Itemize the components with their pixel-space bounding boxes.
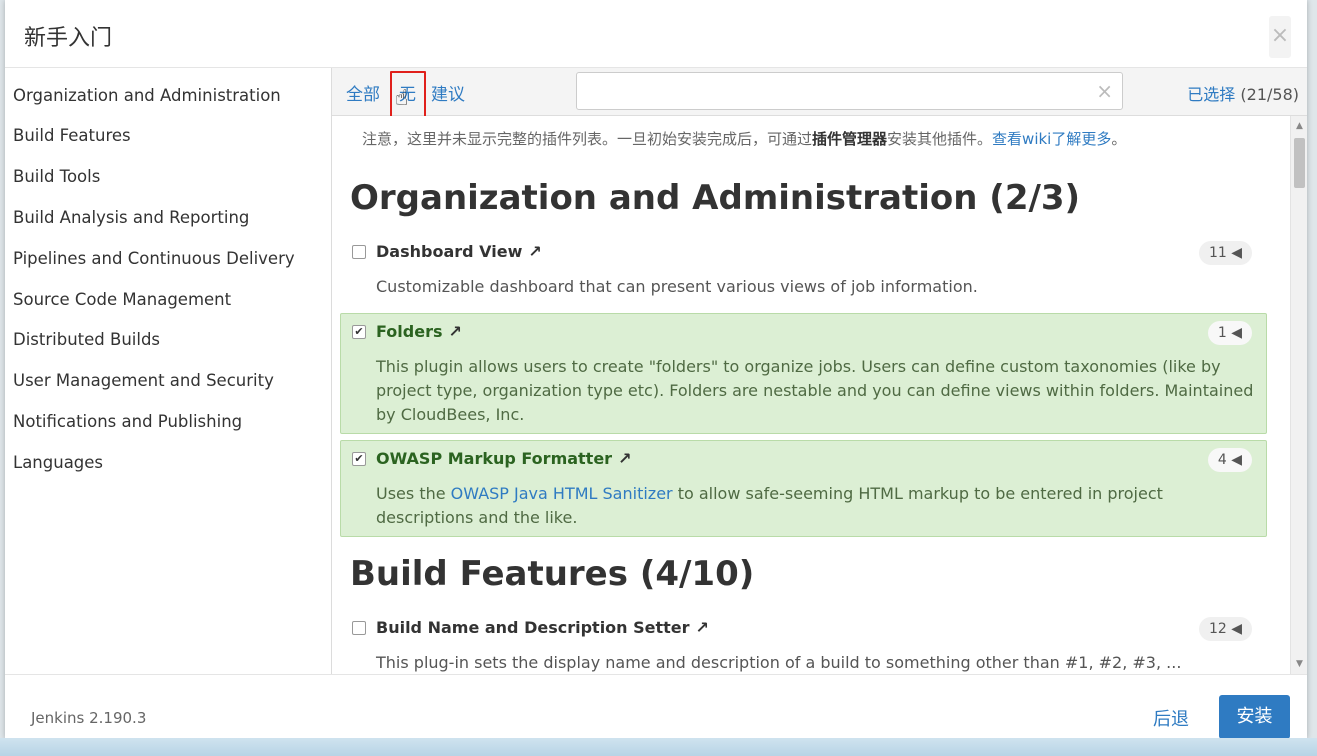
plugin-row-dashboard-view[interactable]: Dashboard View ↗ 11 ◀ Customizable dashbo… xyxy=(340,233,1267,299)
plugin-row-build-name-description-setter[interactable]: Build Name and Description Setter ↗ 12 ◀ … xyxy=(340,609,1267,674)
sidebar-item-distributed-builds[interactable]: Distributed Builds xyxy=(13,330,160,349)
wiki-link[interactable]: 查看wiki了解更多 xyxy=(992,130,1111,148)
close-icon[interactable]: × xyxy=(1269,16,1291,58)
plugin-description: Uses the OWASP Java HTML Sanitizer to al… xyxy=(376,484,1163,527)
plugin-description: Customizable dashboard that can present … xyxy=(376,277,978,296)
notice-end: 。 xyxy=(1111,130,1127,148)
external-link-icon[interactable]: ↗ xyxy=(448,322,461,341)
plugin-list: 注意，这里并未显示完整的插件列表。一旦初始安装完成后，可通过插件管理器安装其他插… xyxy=(332,116,1290,674)
sidebar-item-organization-administration[interactable]: Organization and Administration xyxy=(13,86,281,105)
scroll-up-icon[interactable]: ▲ xyxy=(1291,118,1308,134)
external-link-icon[interactable]: ↗ xyxy=(528,242,541,261)
external-link-icon[interactable]: ↗ xyxy=(618,449,631,468)
jenkins-version: Jenkins 2.190.3 xyxy=(31,709,147,727)
dependency-count-badge[interactable]: 1 ◀ xyxy=(1207,321,1252,345)
setup-wizard-dialog: 新手入门 × Organization and Administration B… xyxy=(5,0,1307,740)
plugin-search-input[interactable]: × xyxy=(576,72,1123,110)
plugin-checkbox[interactable] xyxy=(352,245,366,259)
plugin-list-scrollbar[interactable]: ▲ ▼ xyxy=(1290,116,1307,674)
dependency-count-badge[interactable]: 11 ◀ xyxy=(1198,241,1252,265)
external-link-icon[interactable]: ↗ xyxy=(696,618,709,637)
selected-label[interactable]: 已选择 xyxy=(1187,85,1235,104)
caret-left-icon: ◀ xyxy=(1231,621,1242,637)
back-button[interactable]: 后退 xyxy=(1153,705,1189,731)
sidebar-item-source-code-management[interactable]: Source Code Management xyxy=(13,290,231,309)
selected-count-value: (21/58) xyxy=(1240,85,1299,104)
notice-text: 注意，这里并未显示完整的插件列表。一旦初始安装完成后，可通过 xyxy=(362,130,813,148)
sidebar-item-pipelines-continuous-delivery[interactable]: Pipelines and Continuous Delivery xyxy=(13,249,295,268)
dependency-count-badge[interactable]: 4 ◀ xyxy=(1207,448,1252,472)
category-heading-organization: Organization and Administration (2/3) xyxy=(350,178,1081,218)
sidebar-item-languages[interactable]: Languages xyxy=(13,453,103,472)
category-heading-build-features: Build Features (4/10) xyxy=(350,554,755,594)
category-sidebar: Organization and Administration Build Fe… xyxy=(5,68,332,674)
caret-left-icon: ◀ xyxy=(1231,245,1242,261)
plugin-selection-panel: 全部 无 建议 ☝ × 已选择 (21/58) 注意，这里并未显示完整的插件列表… xyxy=(332,68,1307,674)
plugin-name[interactable]: Dashboard View ↗ xyxy=(376,242,542,261)
dialog-header: 新手入门 × xyxy=(5,0,1307,68)
select-all-link[interactable]: 全部 xyxy=(346,80,380,105)
background-wave xyxy=(0,738,1317,756)
plugin-name[interactable]: OWASP Markup Formatter ↗ xyxy=(376,449,631,468)
scrollbar-thumb[interactable] xyxy=(1294,138,1305,188)
select-suggested-link[interactable]: 建议 xyxy=(431,80,465,105)
hand-cursor-icon: ☝ xyxy=(395,86,409,111)
plugin-name[interactable]: Folders ↗ xyxy=(376,322,462,341)
scroll-down-icon[interactable]: ▼ xyxy=(1291,656,1308,672)
owasp-sanitizer-link[interactable]: OWASP Java HTML Sanitizer xyxy=(451,484,673,503)
caret-left-icon: ◀ xyxy=(1231,452,1242,468)
notice-text-2: 安装其他插件。 xyxy=(887,130,993,148)
dialog-footer: Jenkins 2.190.3 后退 安装 xyxy=(5,674,1307,740)
plugin-row-owasp-markup-formatter[interactable]: ✔ OWASP Markup Formatter ↗ 4 ◀ Uses the O… xyxy=(340,440,1267,537)
clear-search-icon[interactable]: × xyxy=(1096,79,1113,103)
sidebar-item-build-tools[interactable]: Build Tools xyxy=(13,167,100,186)
plugin-row-folders[interactable]: ✔ Folders ↗ 1 ◀ This plugin allows users … xyxy=(340,313,1267,434)
sidebar-item-build-analysis-reporting[interactable]: Build Analysis and Reporting xyxy=(13,208,249,227)
sidebar-item-notifications-publishing[interactable]: Notifications and Publishing xyxy=(13,412,242,431)
plugin-checkbox[interactable] xyxy=(352,621,366,635)
sidebar-item-user-management-security[interactable]: User Management and Security xyxy=(13,371,274,390)
plugin-toolbar: 全部 无 建议 ☝ × 已选择 (21/58) xyxy=(332,68,1307,118)
sidebar-item-build-features[interactable]: Build Features xyxy=(13,126,131,145)
selected-count[interactable]: 已选择 (21/58) xyxy=(1187,81,1299,105)
caret-left-icon: ◀ xyxy=(1231,325,1242,341)
plugin-name[interactable]: Build Name and Description Setter ↗ xyxy=(376,618,709,637)
plugin-checkbox-checked[interactable]: ✔ xyxy=(352,325,366,339)
plugin-checkbox-checked[interactable]: ✔ xyxy=(352,452,366,466)
dialog-title: 新手入门 xyxy=(24,26,113,51)
install-button[interactable]: 安装 xyxy=(1219,695,1290,739)
plugin-description: This plug-in sets the display name and d… xyxy=(376,653,1182,672)
plugin-list-notice: 注意，这里并未显示完整的插件列表。一旦初始安装完成后，可通过插件管理器安装其他插… xyxy=(362,128,1126,149)
plugin-description: This plugin allows users to create "fold… xyxy=(376,357,1254,424)
dependency-count-badge[interactable]: 12 ◀ xyxy=(1198,617,1252,641)
notice-plugin-manager: 插件管理器 xyxy=(812,130,888,148)
